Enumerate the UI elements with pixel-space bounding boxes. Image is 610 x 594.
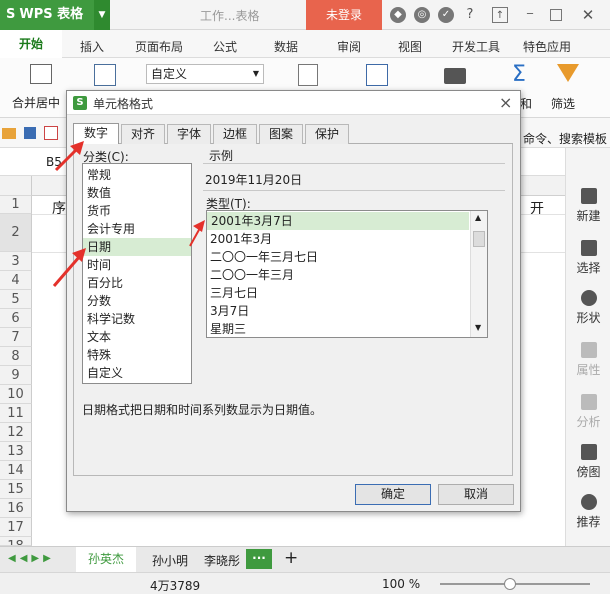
arrow-to-number-tab [54, 146, 80, 172]
annotation-arrows [52, 141, 205, 287]
arrow-to-date-type [189, 227, 201, 247]
arrow-head [72, 248, 86, 262]
arrow-to-date-category [52, 255, 82, 287]
